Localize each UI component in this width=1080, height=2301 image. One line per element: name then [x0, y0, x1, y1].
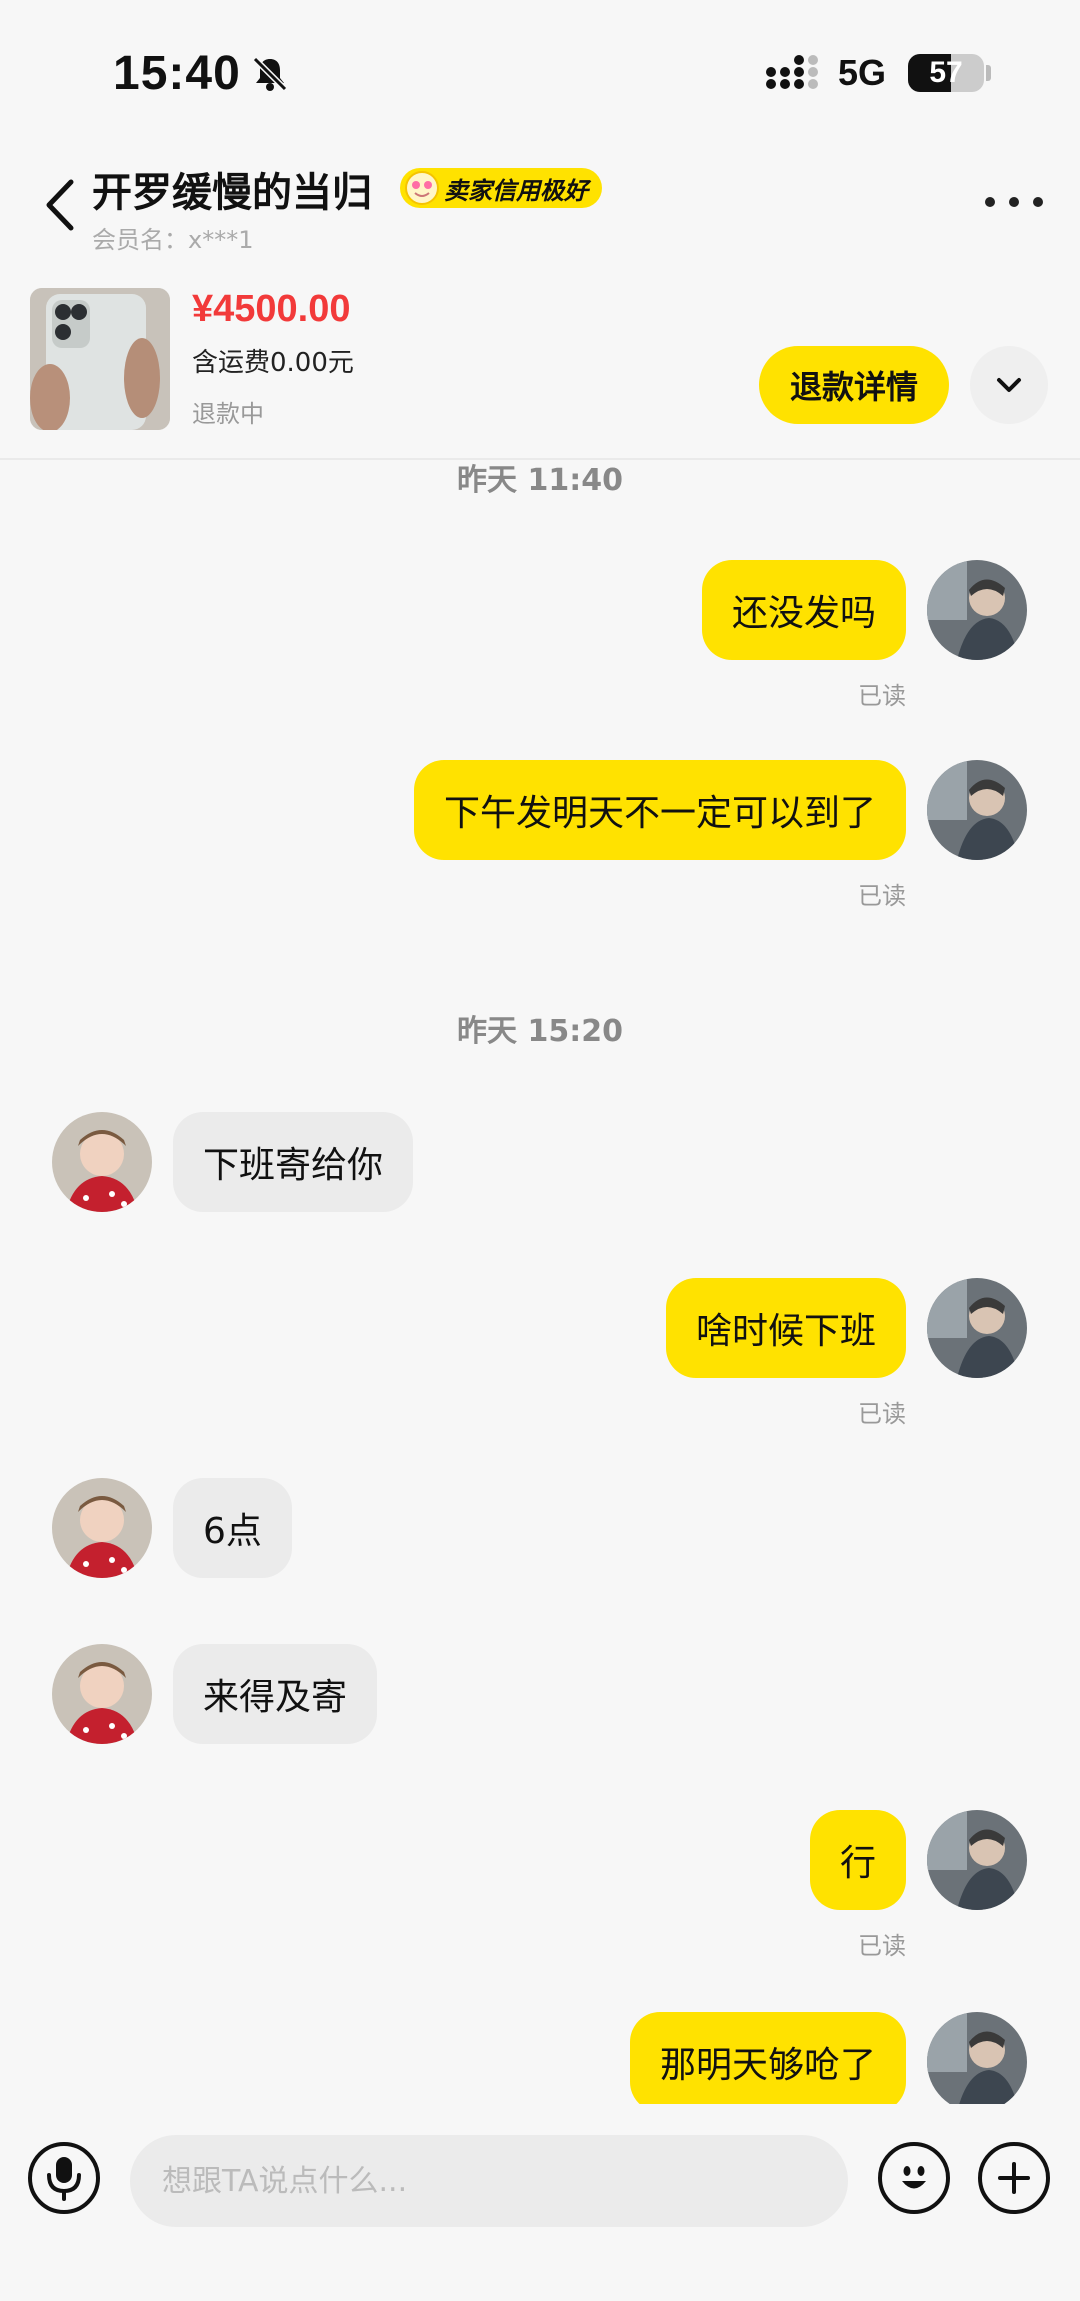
message-bubble-peer[interactable]: 来得及寄	[173, 1644, 378, 1744]
phone-thumbnail	[30, 288, 170, 430]
avatar-image	[52, 1112, 152, 1212]
plus-button[interactable]	[978, 2142, 1050, 2214]
avatar-image	[927, 760, 1027, 860]
status-time: 15:40	[113, 47, 241, 100]
message-bubble-self[interactable]: 那明天够呛了	[629, 2012, 906, 2112]
read-receipt: 已读	[858, 682, 906, 710]
chat-timestamp: 昨天 15:20	[457, 1014, 623, 1049]
member-name: 会员名：x***1	[92, 226, 254, 254]
shipping-info: 含运费0.00元	[192, 348, 354, 378]
voice-button[interactable]	[28, 2142, 100, 2214]
read-receipt: 已读	[858, 1400, 906, 1428]
bell-off-icon	[252, 56, 288, 92]
avatar-image	[927, 560, 1027, 660]
order-status: 退款中	[192, 400, 264, 428]
message-bubble-self[interactable]: 下午发明天不一定可以到了	[413, 760, 906, 860]
avatar-image	[927, 1810, 1027, 1910]
peer-avatar[interactable]	[52, 1112, 152, 1212]
message-bubble-self[interactable]: 行	[809, 1810, 906, 1910]
more-options-button[interactable]	[985, 190, 1043, 214]
back-button[interactable]	[40, 175, 80, 235]
message-bubble-self[interactable]: 还没发吗	[701, 560, 906, 660]
battery-percent: 57	[929, 56, 963, 89]
emoji-button[interactable]	[878, 2142, 950, 2214]
user-avatar[interactable]	[927, 2012, 1027, 2112]
chevron-down-icon	[997, 378, 1021, 392]
message-bubble-peer[interactable]: 下班寄给你	[173, 1112, 414, 1212]
back-chevron-icon	[46, 179, 74, 231]
peer-avatar[interactable]	[52, 1644, 152, 1744]
avatar-image	[52, 1478, 152, 1578]
credit-badge[interactable]: 卖家信用极好	[400, 168, 602, 208]
user-avatar[interactable]	[927, 1810, 1027, 1910]
product-price: ¥4500.00	[192, 288, 351, 330]
credit-badge-label: 卖家信用极好	[444, 176, 588, 205]
seller-name[interactable]: 开罗缓慢的当归	[92, 160, 372, 218]
emoji-icon	[902, 2166, 926, 2189]
avatar-image	[927, 2012, 1027, 2112]
user-avatar[interactable]	[927, 760, 1027, 860]
product-thumbnail[interactable]	[30, 288, 170, 430]
message-bubble-self[interactable]: 啥时候下班	[665, 1278, 906, 1378]
refund-details-button[interactable]: 退款详情	[759, 346, 949, 424]
user-avatar[interactable]	[927, 1278, 1027, 1378]
more-dots-icon	[1033, 197, 1043, 207]
more-dots-icon	[1009, 197, 1019, 207]
smiley-face-icon	[405, 171, 439, 205]
avatar-image	[927, 1278, 1027, 1378]
read-receipt: 已读	[858, 882, 906, 910]
cellular-signal-icon	[766, 55, 818, 89]
plus-icon	[998, 2162, 1030, 2194]
chat-timestamp: 昨天 11:40	[457, 463, 623, 498]
avatar-image	[52, 1644, 152, 1744]
network-type: 5G	[838, 52, 887, 93]
battery-icon: 57	[908, 54, 984, 92]
read-receipt: 已读	[858, 1932, 906, 1960]
status-bar: 15:40 5G 57	[0, 0, 1080, 145]
message-bubble-peer[interactable]: 6点	[173, 1478, 292, 1578]
battery-cap	[986, 65, 991, 81]
more-dots-icon	[985, 197, 995, 207]
message-input[interactable]	[130, 2135, 848, 2227]
expand-button[interactable]	[970, 346, 1048, 424]
peer-avatar[interactable]	[52, 1478, 152, 1578]
user-avatar[interactable]	[927, 560, 1027, 660]
microphone-icon	[47, 2157, 81, 2201]
